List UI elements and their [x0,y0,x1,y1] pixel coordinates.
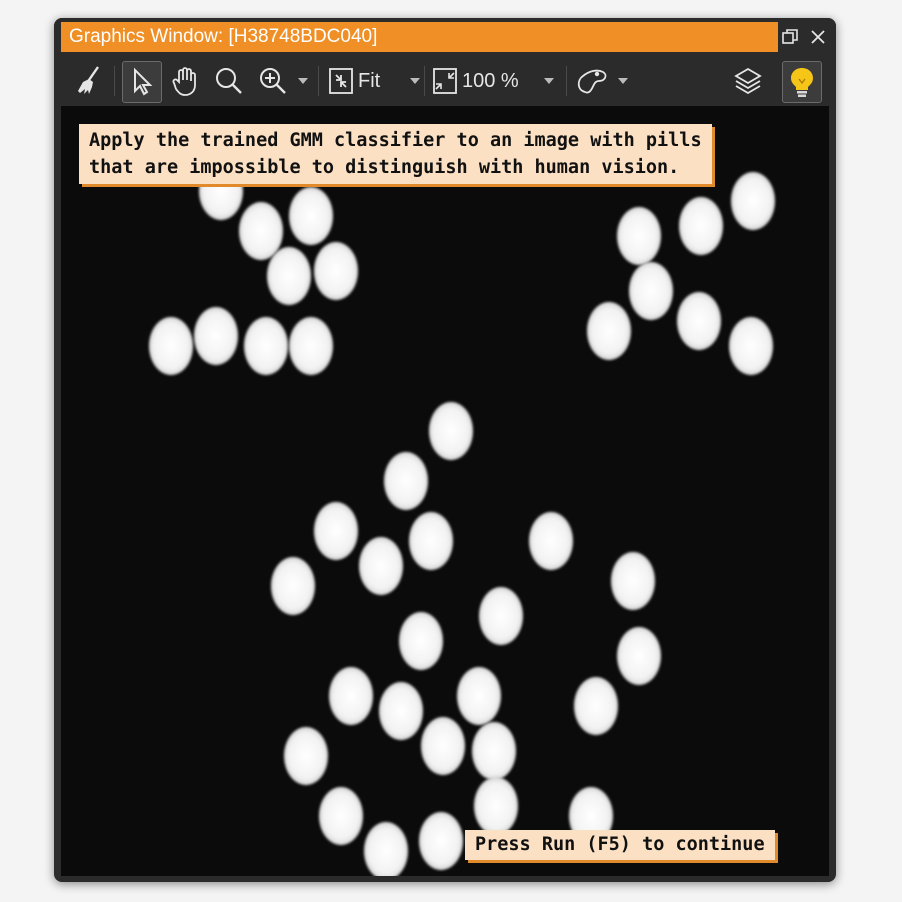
pill [379,682,423,740]
pill [271,557,315,615]
pill [457,667,501,725]
pill [677,292,721,350]
chevron-down-icon [544,78,554,84]
restore-button[interactable] [776,22,804,52]
graphics-window: Graphics Window: [H38748BDC040] Fit 100 … [54,18,836,882]
restore-icon [782,29,798,44]
pill [399,612,443,670]
zoom-dropdown[interactable] [292,56,314,106]
draw-shape-button[interactable] [572,56,612,106]
fit-dropdown[interactable] [404,56,426,106]
pill [289,187,333,245]
broom-icon [78,66,99,94]
close-icon [811,30,825,44]
fit-icon [329,68,353,94]
pill [284,727,328,785]
pill [149,317,193,375]
title-bar[interactable]: Graphics Window: [H38748BDC040] [54,18,836,54]
pill [472,722,516,780]
pill [574,677,618,735]
pill [419,812,463,870]
clear-button[interactable] [70,56,108,106]
pill [244,317,288,375]
layers-icon [734,67,762,95]
pill [384,452,428,510]
pill [679,197,723,255]
pill [629,262,673,320]
hand-icon [172,67,196,96]
pill [267,247,311,305]
pill [617,627,661,685]
zoom-percent-dropdown[interactable] [538,56,560,106]
pointer-tool-button[interactable] [122,61,162,103]
pointer-icon [134,67,153,96]
shape-dropdown[interactable] [612,56,634,106]
image-canvas[interactable]: Apply the trained GMM classifier to an i… [61,106,829,876]
continue-hint: Press Run (F5) to continue [465,830,775,860]
toolbar: Fit 100 % [54,56,836,106]
pill [611,552,655,610]
zoom-percent-icon [433,68,457,94]
zoom-in-icon [260,68,286,94]
instruction-message: Apply the trained GMM classifier to an i… [79,124,712,184]
pill [429,402,473,460]
pill [359,537,403,595]
pill [319,787,363,845]
chevron-down-icon [298,78,308,84]
layers-button[interactable] [728,56,768,106]
pill [729,317,773,375]
pill [587,302,631,360]
lightbulb-icon [791,68,813,97]
pill [314,502,358,560]
pill [617,207,661,265]
pill [314,242,358,300]
pill [289,317,333,375]
fit-button[interactable] [326,56,356,106]
shape-icon [577,69,607,94]
fit-label: Fit [358,69,381,92]
pill [474,777,518,835]
pill [529,512,573,570]
zoom-in-button[interactable] [254,56,292,106]
pill [731,172,775,230]
pill [421,717,465,775]
close-button[interactable] [804,22,832,52]
magnify-tool-button[interactable] [210,56,248,106]
pill [364,822,408,876]
chevron-down-icon [410,78,420,84]
pill [194,307,238,365]
chevron-down-icon [618,78,628,84]
zoom-value: 100 % [462,69,519,92]
pill [479,587,523,645]
hint-toggle-button[interactable] [782,61,822,103]
pan-tool-button[interactable] [166,56,206,106]
magnifier-icon [216,68,242,94]
pill [329,667,373,725]
pill [409,512,453,570]
window-title: Graphics Window: [H38748BDC040] [61,22,778,52]
zoom-percent-button[interactable] [430,56,460,106]
